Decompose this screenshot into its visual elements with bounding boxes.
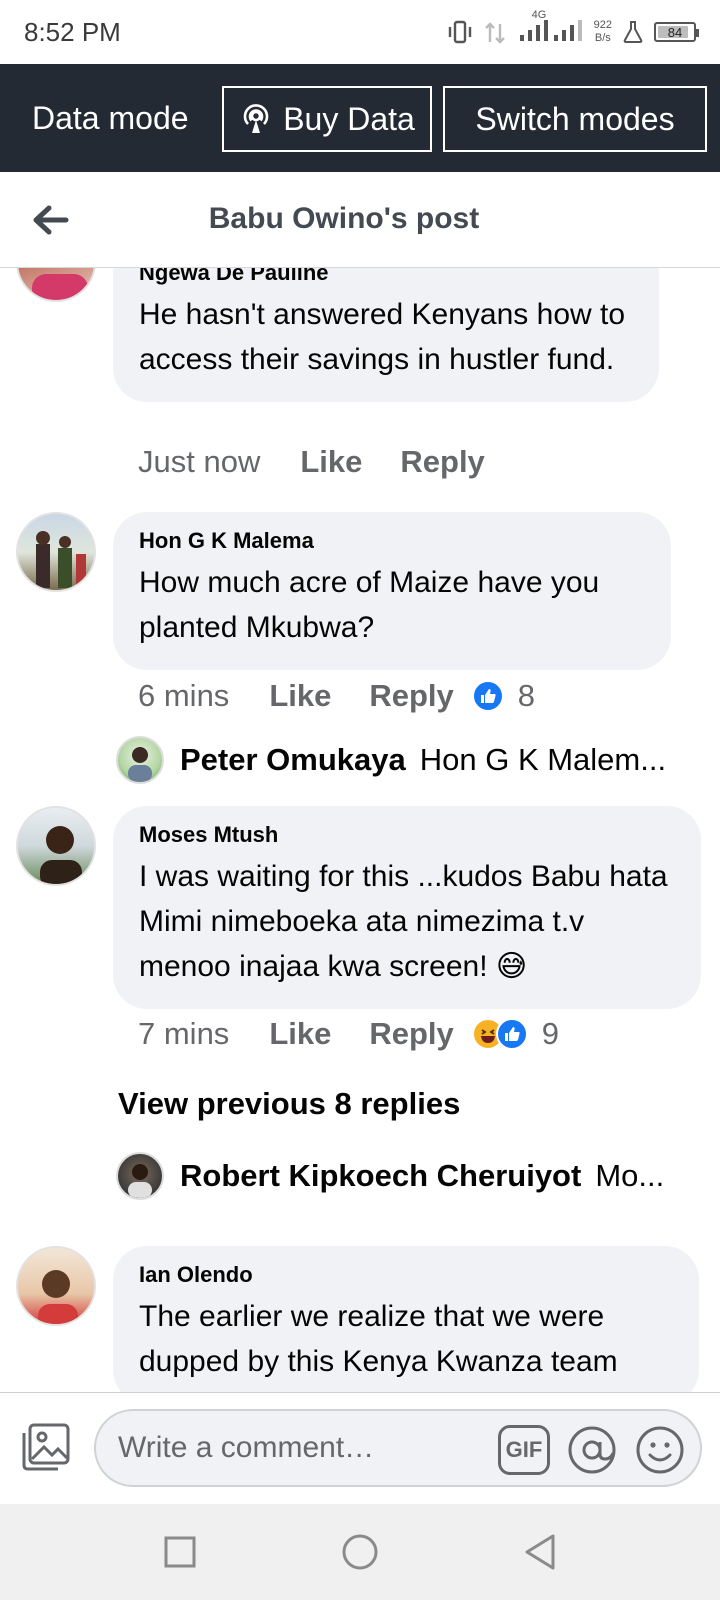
comment-actions: 7 mins Like Reply 9	[138, 1016, 559, 1052]
like-reaction-icon	[495, 1018, 528, 1050]
like-reaction-icon	[471, 680, 504, 712]
comment-box[interactable]: GIF	[94, 1409, 702, 1487]
reply-avatar[interactable]	[116, 736, 164, 784]
gif-button[interactable]: GIF	[498, 1425, 550, 1475]
reply-snippet: Mo...	[595, 1158, 665, 1193]
reaction-count: 8	[517, 678, 536, 713]
comment-bubble[interactable]: Ngewa De Pauline He hasn't answered Keny…	[113, 268, 659, 402]
comment-bubble[interactable]: Moses Mtush I was waiting for this ...ku…	[113, 806, 701, 1009]
switch-modes-label: Switch modes	[475, 100, 675, 137]
reaction-summary[interactable]: 9	[471, 1016, 560, 1052]
status-bar: 8:52 PM 4G 922 B/s 84	[0, 0, 720, 64]
emoji-icon[interactable]	[634, 1425, 686, 1475]
reply-snippet: Hon G K Malem...	[419, 742, 667, 777]
post-header: Babu Owino's post	[0, 172, 720, 268]
reply-preview[interactable]: Robert Kipkoech Cheruiyot Mo...	[116, 1152, 664, 1200]
comment-text: He hasn't answered Kenyans how to access…	[139, 298, 626, 376]
comment-text: I was waiting for this ...kudos Babu hat…	[139, 860, 668, 983]
net-speed: 922 B/s	[593, 19, 612, 44]
like-button[interactable]: Like	[269, 1016, 331, 1052]
battery-icon: 84	[654, 22, 699, 42]
comment-author[interactable]: Ian Olendo	[139, 1262, 673, 1288]
back-triangle-icon[interactable]	[516, 1528, 564, 1576]
vibrate-icon	[448, 20, 471, 44]
lab-icon	[623, 21, 643, 43]
reply-button[interactable]: Reply	[400, 444, 484, 480]
comment-time[interactable]: 7 mins	[138, 1016, 229, 1052]
network-type: 4G	[531, 8, 547, 21]
buy-data-button[interactable]: Buy Data	[222, 86, 432, 152]
comment-text: The earlier we realize that we were dupp…	[139, 1300, 618, 1378]
view-previous-replies[interactable]: View previous 8 replies	[118, 1086, 460, 1122]
reply-button[interactable]: Reply	[369, 678, 453, 714]
reply-button[interactable]: Reply	[369, 1016, 453, 1052]
data-mode-label: Data mode	[32, 100, 189, 136]
like-button[interactable]: Like	[269, 678, 331, 714]
comment-bubble[interactable]: Hon G K Malema How much acre of Maize ha…	[113, 512, 671, 670]
recents-square-icon[interactable]	[156, 1528, 204, 1576]
comment-actions: Just now Like Reply	[138, 444, 523, 480]
data-mode-bar: Data mode Buy Data Switch modes	[0, 64, 720, 172]
avatar[interactable]	[16, 806, 96, 886]
signal-icon	[484, 22, 505, 44]
photo-icon[interactable]	[20, 1421, 72, 1473]
reaction-summary[interactable]: 8	[471, 678, 536, 714]
comment-time[interactable]: Just now	[138, 444, 260, 480]
comment-input[interactable]	[118, 1431, 478, 1465]
reply-avatar[interactable]	[116, 1152, 164, 1200]
avatar[interactable]	[16, 1246, 96, 1326]
system-nav-bar	[0, 1504, 720, 1600]
comment-time[interactable]: 6 mins	[138, 678, 229, 714]
comment-author[interactable]: Ngewa De Pauline	[139, 268, 633, 286]
comment-bubble[interactable]: Ian Olendo The earlier we realize that w…	[113, 1246, 699, 1392]
comment-text: How much acre of Maize have you planted …	[139, 566, 600, 644]
status-icons: 4G 922 B/s 84	[446, 9, 699, 50]
avatar[interactable]	[16, 512, 96, 592]
switch-modes-button[interactable]: Switch modes	[443, 86, 707, 152]
mention-icon[interactable]	[566, 1425, 618, 1475]
avatar[interactable]	[16, 268, 96, 302]
page-title: Babu Owino's post	[208, 202, 480, 235]
status-time: 8:52 PM	[24, 17, 121, 47]
comment-actions: 6 mins Like Reply 8	[138, 678, 535, 714]
like-button[interactable]: Like	[300, 444, 362, 480]
home-circle-icon[interactable]	[336, 1528, 384, 1576]
signal-icon	[519, 19, 582, 41]
reply-author[interactable]: Robert Kipkoech Cheruiyot	[180, 1158, 581, 1194]
broadcast-icon	[243, 104, 269, 133]
comment-author[interactable]: Hon G K Malema	[139, 528, 645, 554]
comment-author[interactable]: Moses Mtush	[139, 822, 675, 848]
reaction-count: 9	[541, 1016, 560, 1051]
comment-composer: GIF	[0, 1392, 720, 1504]
reply-author[interactable]: Peter Omukaya	[180, 742, 406, 778]
comments-feed[interactable]: Ngewa De Pauline He hasn't answered Keny…	[0, 268, 720, 1392]
reply-preview[interactable]: Peter Omukaya Hon G K Malem...	[116, 736, 666, 784]
buy-data-label: Buy Data	[283, 100, 415, 137]
